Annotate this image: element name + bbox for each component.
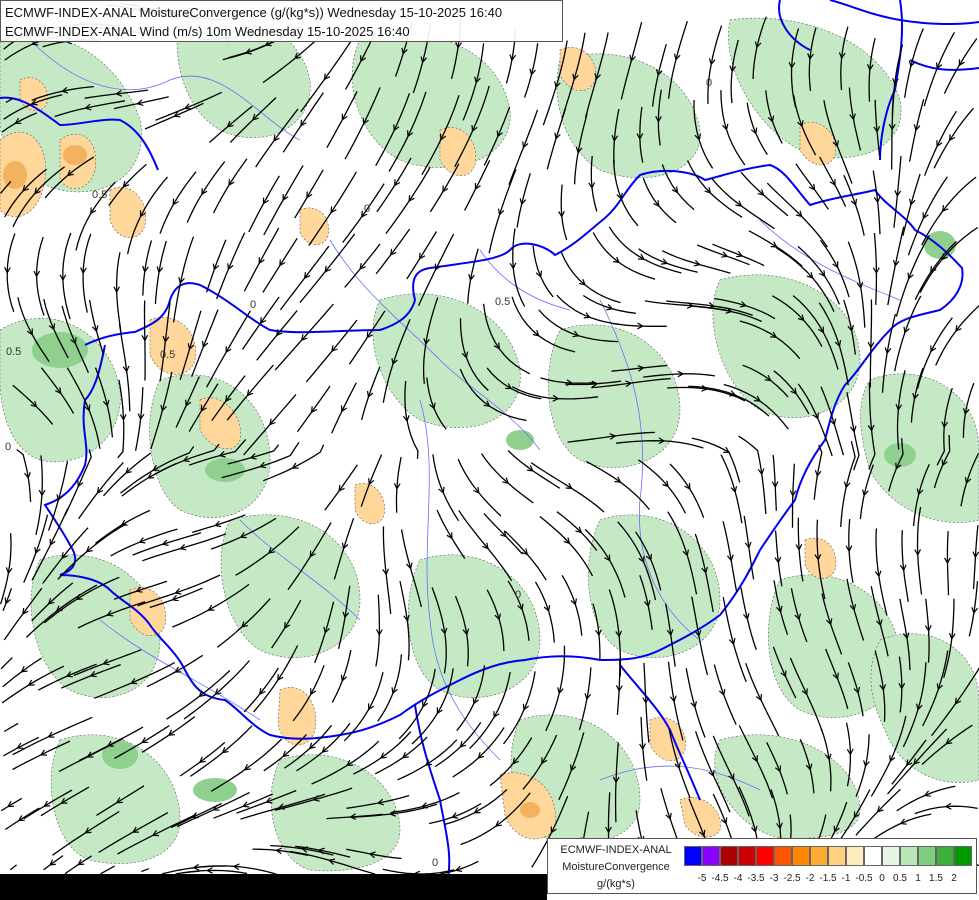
legend-tick-label: 1.5 [929, 873, 943, 884]
legend-swatches [684, 846, 972, 866]
legend-swatch [900, 846, 918, 866]
legend-swatch [882, 846, 900, 866]
bottom-black-band [0, 874, 547, 900]
legend-tick-label: 2 [951, 873, 957, 884]
legend-tick-label: -5 [697, 873, 707, 884]
contour-label: 0 [515, 589, 521, 601]
contour-label: 0 [706, 77, 712, 89]
contour-label: 0 [364, 203, 370, 215]
legend-swatch [702, 846, 720, 866]
legend-unit: g/(kg*s) [597, 878, 635, 890]
legend-tick-label: -3.5 [747, 873, 765, 884]
legend-title-line-1: ECMWF-INDEX-ANAL [560, 844, 672, 856]
legend-tick-label: 0 [879, 873, 885, 884]
legend-tick-label: 0.5 [893, 873, 907, 884]
legend-tick-label: 1 [915, 873, 921, 884]
weather-map[interactable]: 0.5 0.5 0.5 0.5 0 0 0 0 0 0 [0, 0, 979, 900]
legend-swatch [936, 846, 954, 866]
legend-tick-label: -1 [841, 873, 851, 884]
contour-label: 0.5 [160, 349, 175, 361]
legend-tick-label: -4 [733, 873, 743, 884]
legend-ticks: -5 -4.5 -4 -3.5 -3 -2.5 -2 -1.5 -1 -0.5 0 0.5 1 1.5 2 [684, 873, 974, 887]
color-legend: ECMWF-INDEX-ANAL MoistureConvergence g/(… [547, 838, 977, 894]
legend-swatch [846, 846, 864, 866]
contour-label: 0 [250, 299, 256, 311]
legend-title-line-2: MoistureConvergence [562, 861, 670, 873]
legend-swatch [828, 846, 846, 866]
legend-tick-label: -1.5 [819, 873, 837, 884]
legend-tick-label: -2.5 [783, 873, 801, 884]
contour-label: 0 [5, 441, 11, 453]
contour-label: 0 [432, 857, 438, 869]
map-view[interactable]: 0.5 0.5 0.5 0.5 0 0 0 0 0 0 ECMWF-INDEX-… [0, 0, 979, 900]
legend-swatch [774, 846, 792, 866]
legend-tick-label: -3 [769, 873, 779, 884]
legend-tick-label: -4.5 [711, 873, 729, 884]
map-title-line-2: ECMWF-INDEX-ANAL Wind (m/s) 10m Wednesda… [5, 24, 410, 39]
contour-label: 0.5 [495, 296, 510, 308]
legend-tick-label: -0.5 [855, 873, 873, 884]
legend-swatch [756, 846, 774, 866]
map-title-box: ECMWF-INDEX-ANAL MoistureConvergence (g/… [0, 0, 563, 42]
legend-swatch [810, 846, 828, 866]
legend-swatch [864, 846, 882, 866]
legend-swatch [918, 846, 936, 866]
legend-swatch [738, 846, 756, 866]
legend-swatch [954, 846, 972, 866]
contour-label: 0.5 [6, 346, 21, 358]
contour-label: 0.5 [92, 189, 107, 201]
legend-swatch [684, 846, 702, 866]
map-title-line-1: ECMWF-INDEX-ANAL MoistureConvergence (g/… [5, 5, 503, 20]
legend-swatch [792, 846, 810, 866]
legend-tick-label: -2 [805, 873, 815, 884]
legend-swatch [720, 846, 738, 866]
